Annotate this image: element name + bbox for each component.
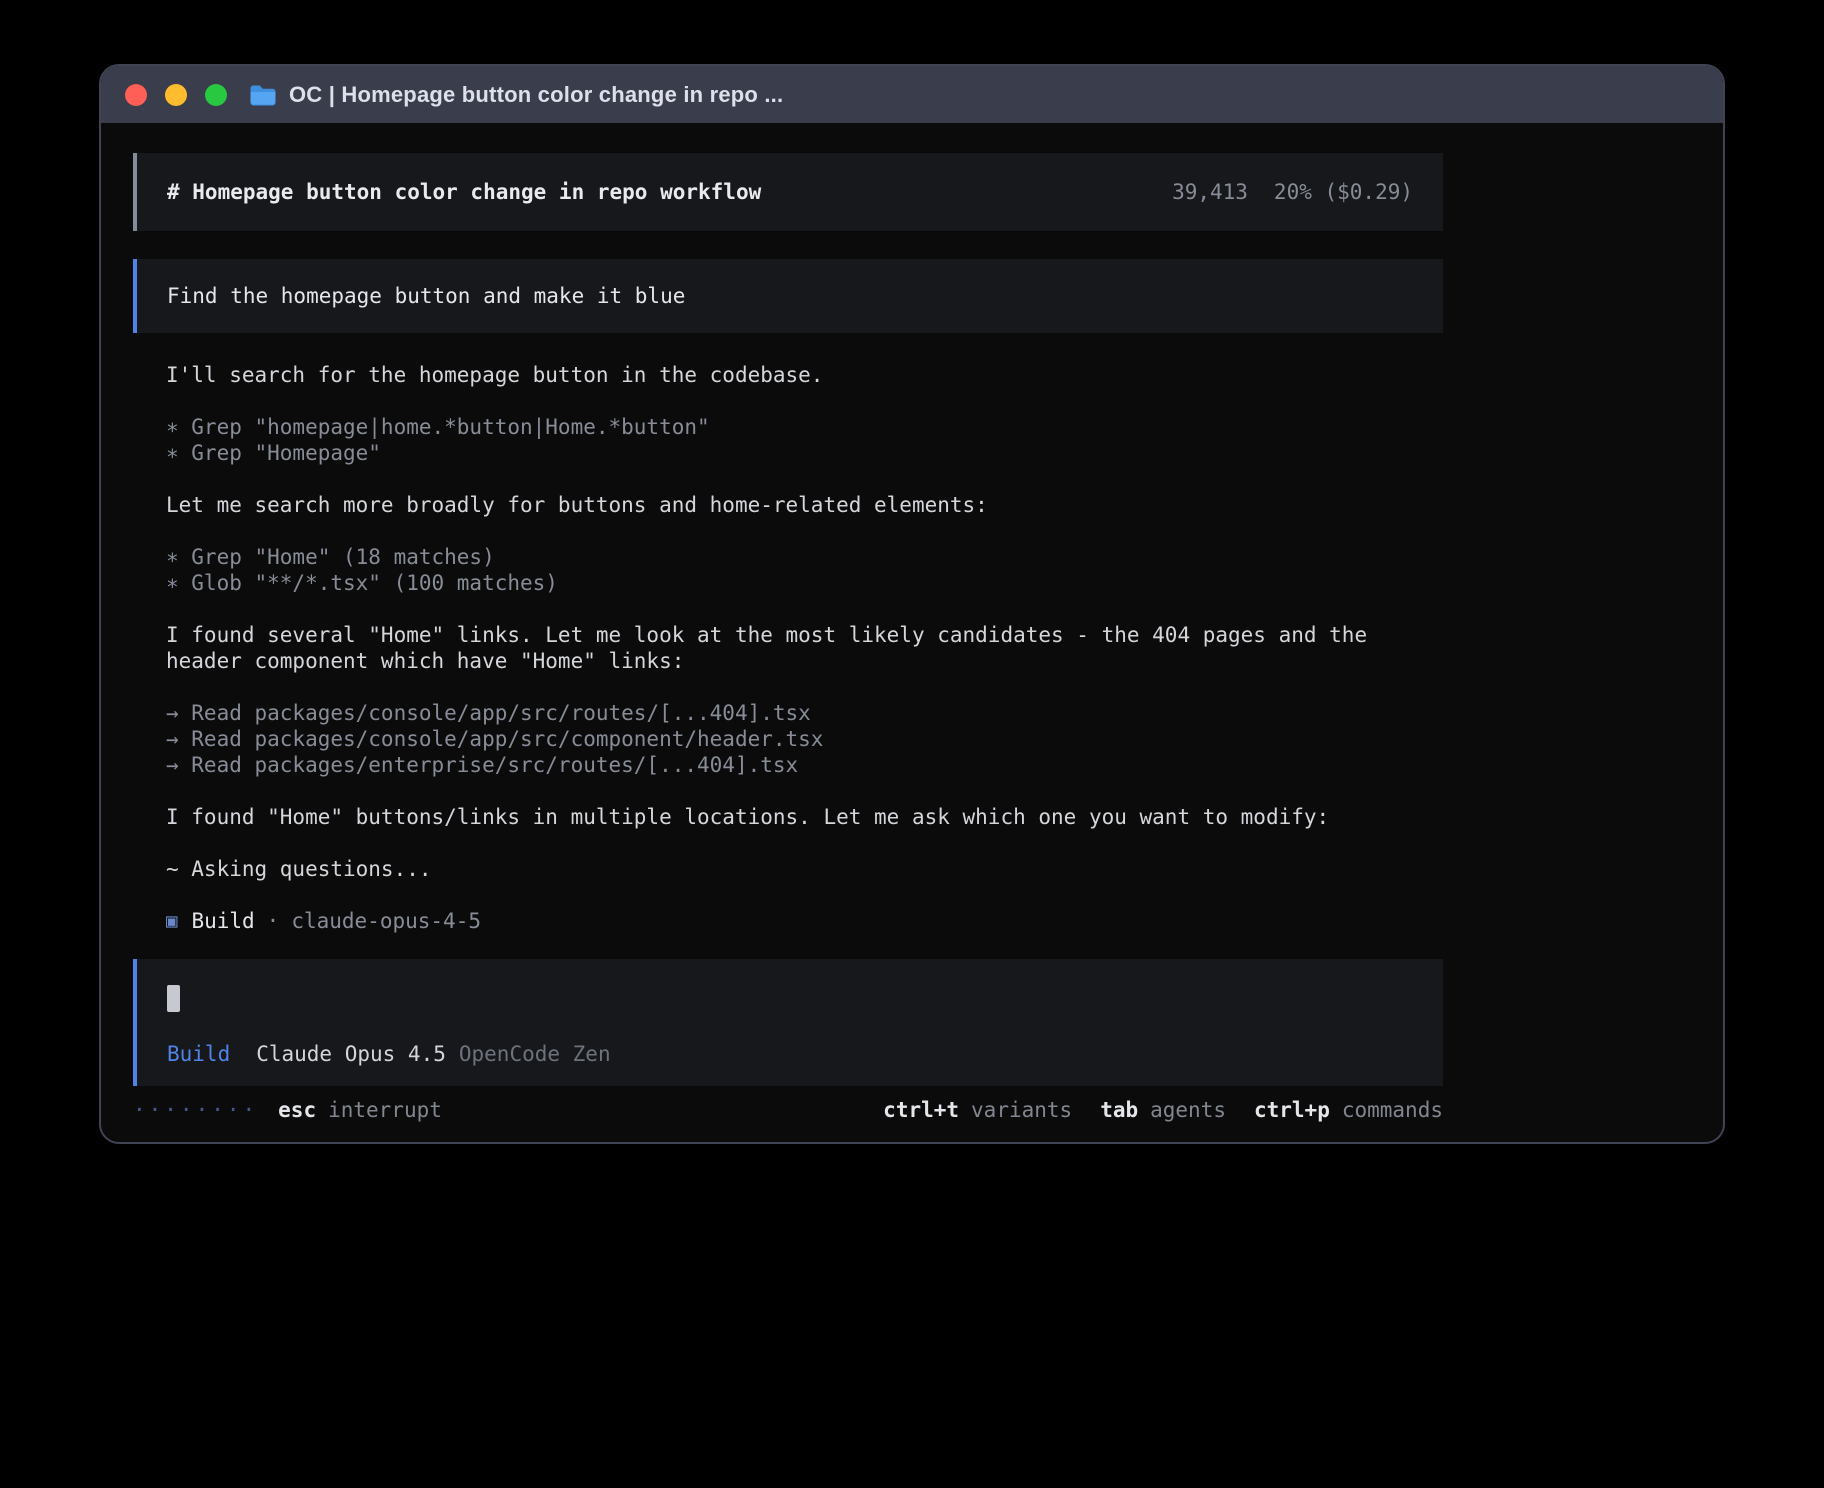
shortcut-key-commands: ctrl+p (1254, 1098, 1330, 1122)
shortcut-key-agents: tab (1100, 1098, 1138, 1122)
shortcut-key-variants: ctrl+t (883, 1098, 959, 1122)
terminal-content[interactable]: # Homepage button color change in repo w… (101, 123, 1723, 1142)
context-cost: 20% ($0.29) (1274, 180, 1413, 204)
agent-mode-label[interactable]: Build (167, 1042, 230, 1066)
session-header: # Homepage button color change in repo w… (133, 153, 1443, 231)
agent-model: claude-opus-4-5 (291, 908, 481, 934)
tool-call-read: → Read packages/console/app/src/routes/[… (166, 700, 1410, 726)
user-message-text: Find the homepage button and make it blu… (167, 284, 685, 308)
minimize-button[interactable] (165, 84, 187, 106)
footer-shortcuts: ctrl+t variants tab agents ctrl+p comman… (883, 1098, 1443, 1122)
footer-left: ········ esc interrupt (133, 1098, 442, 1122)
agent-icon: ▣ (166, 908, 177, 934)
agent-separator: · (267, 908, 280, 934)
window-titlebar: OC | Homepage button color change in rep… (101, 66, 1723, 123)
zoom-button[interactable] (205, 84, 227, 106)
user-message: Find the homepage button and make it blu… (133, 259, 1443, 333)
assistant-paragraph: I'll search for the homepage button in t… (166, 362, 1410, 388)
shortcut-label-commands: commands (1342, 1098, 1443, 1122)
close-button[interactable] (125, 84, 147, 106)
tool-call-glob: ∗ Glob "**/*.tsx" (100 matches) (166, 570, 1410, 596)
provider-name: OpenCode Zen (459, 1042, 611, 1066)
tool-call-group: ∗ Grep "Home" (18 matches) ∗ Glob "**/*.… (166, 544, 1410, 596)
model-name[interactable]: Claude Opus 4.5 (256, 1042, 446, 1066)
token-count: 39,413 (1172, 180, 1248, 204)
tool-call-grep: ∗ Grep "Homepage" (166, 440, 1410, 466)
tool-call-read: → Read packages/console/app/src/componen… (166, 726, 1410, 752)
session-stats: 39,413 20% ($0.29) (1172, 180, 1413, 204)
esc-key-label: interrupt (328, 1098, 442, 1122)
assistant-paragraph: I found "Home" buttons/links in multiple… (166, 804, 1410, 830)
tool-call-read: → Read packages/enterprise/src/routes/[.… (166, 752, 1410, 778)
agent-badge: ▣ Build · claude-opus-4-5 (166, 908, 1410, 934)
tool-call-grep: ∗ Grep "Home" (18 matches) (166, 544, 1410, 570)
input-status-bar: Build Claude Opus 4.5 OpenCode Zen (167, 1042, 1413, 1066)
esc-key-hint: esc (278, 1098, 316, 1122)
titlebar-title-group: OC | Homepage button color change in rep… (249, 82, 783, 108)
terminal-window: OC | Homepage button color change in rep… (99, 64, 1725, 1144)
shortcut-label-agents: agents (1150, 1098, 1226, 1122)
traffic-lights (125, 84, 227, 106)
status-line: ~ Asking questions... (166, 856, 1410, 882)
window-title: OC | Homepage button color change in rep… (289, 82, 783, 108)
tool-call-grep: ∗ Grep "homepage|home.*button|Home.*butt… (166, 414, 1410, 440)
assistant-paragraph: Let me search more broadly for buttons a… (166, 492, 1410, 518)
status-footer: ········ esc interrupt ctrl+t variants t… (133, 1098, 1443, 1122)
progress-dots: ········ (133, 1098, 258, 1122)
text-cursor (167, 985, 180, 1012)
assistant-paragraph: I found several "Home" links. Let me loo… (166, 622, 1410, 674)
session-title: # Homepage button color change in repo w… (167, 180, 761, 204)
tool-call-group: → Read packages/console/app/src/routes/[… (166, 700, 1410, 778)
tool-call-group: ∗ Grep "homepage|home.*button|Home.*butt… (166, 414, 1410, 466)
shortcut-label-variants: variants (971, 1098, 1072, 1122)
folder-icon (249, 84, 277, 106)
agent-name: Build (191, 908, 254, 934)
prompt-input[interactable]: Build Claude Opus 4.5 OpenCode Zen (133, 959, 1443, 1086)
assistant-response: I'll search for the homepage button in t… (133, 362, 1410, 934)
